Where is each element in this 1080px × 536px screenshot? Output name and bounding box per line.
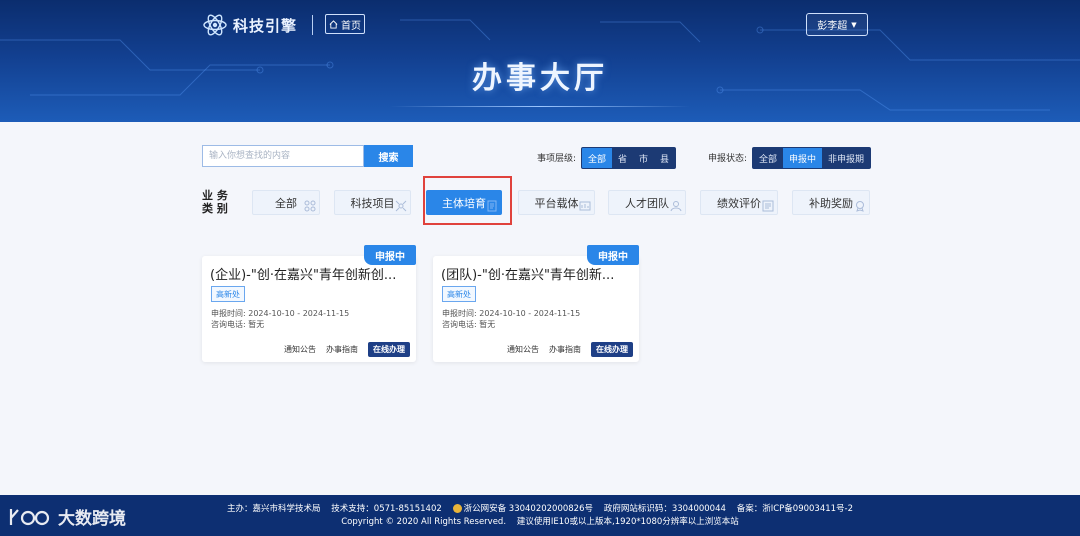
level-option-city[interactable]: 市 bbox=[633, 148, 654, 168]
level-option-county[interactable]: 县 bbox=[654, 148, 675, 168]
category-talent-team[interactable]: 人才团队 bbox=[608, 190, 686, 215]
apply-time: 申报时间: 2024-10-10 - 2024-11-15 bbox=[211, 308, 349, 319]
status-option-all[interactable]: 全部 bbox=[753, 148, 783, 168]
logo-text: 科技引擎 bbox=[233, 16, 298, 35]
card-actions: 通知公告 办事指南 在线办理 bbox=[507, 342, 633, 357]
category-performance-eval[interactable]: 绩效评价 bbox=[700, 190, 778, 215]
consult-phone-label: 咨询电话: bbox=[211, 320, 246, 329]
category-all-label: 全部 bbox=[275, 196, 297, 210]
footer-support: 技术支持：0571-85151402 bbox=[331, 504, 442, 514]
platform-icon bbox=[579, 201, 591, 211]
consult-phone-value: 暂无 bbox=[248, 320, 265, 329]
service-card[interactable]: 申报中 (团队)-"创·在嘉兴"青年创新... 高新处 申报时间: 2024-1… bbox=[433, 245, 639, 362]
watermark: 大数跨境 bbox=[8, 504, 126, 529]
apply-time: 申报时间: 2024-10-10 - 2024-11-15 bbox=[442, 308, 580, 319]
category-performance-eval-label: 绩效评价 bbox=[717, 196, 761, 210]
selection-highlight bbox=[423, 176, 512, 225]
header-banner: 科技引擎 首页 彭李超 ▼ 办事大厅 bbox=[0, 0, 1080, 122]
home-button[interactable]: 首页 bbox=[325, 14, 365, 34]
category-label-line2: 类 别 bbox=[202, 202, 228, 215]
network-icon bbox=[395, 200, 407, 212]
apply-time-label: 申报时间: bbox=[442, 309, 477, 318]
apply-time-label: 申报时间: bbox=[211, 309, 246, 318]
level-filter-label: 事项层级: bbox=[537, 154, 577, 164]
caret-down-icon: ▼ bbox=[851, 20, 857, 29]
status-badge: 申报中 bbox=[587, 245, 639, 265]
badge-icon bbox=[856, 201, 864, 212]
card-actions: 通知公告 办事指南 在线办理 bbox=[284, 342, 410, 357]
department-tag: 高新处 bbox=[211, 286, 245, 302]
service-card[interactable]: 申报中 (企业)-"创·在嘉兴"青年创新创... 高新处 申报时间: 2024-… bbox=[202, 245, 416, 362]
footer-line-1: 主办：嘉兴市科学技术局 技术支持：0571-85151402 浙公网安备 330… bbox=[0, 502, 1080, 514]
user-name: 彭李超 bbox=[817, 21, 848, 32]
card-title[interactable]: (企业)-"创·在嘉兴"青年创新创... bbox=[210, 264, 410, 283]
consult-phone: 咨询电话: 暂无 bbox=[211, 319, 264, 330]
footer-line-2: Copyright © 2020 All Rights Reserved. 建议… bbox=[0, 515, 1080, 527]
category-talent-team-label: 人才团队 bbox=[625, 196, 669, 210]
category-subsidy-award[interactable]: 补助奖励 bbox=[792, 190, 870, 215]
footer-copyright: Copyright © 2020 All Rights Reserved. bbox=[341, 517, 507, 527]
online-apply-button[interactable]: 在线办理 bbox=[368, 342, 410, 357]
status-option-closed[interactable]: 非申报期 bbox=[822, 148, 870, 168]
header-divider bbox=[312, 15, 313, 35]
search-button[interactable]: 搜索 bbox=[364, 145, 413, 167]
status-filter-label: 申报状态: bbox=[708, 154, 748, 164]
footer-icp[interactable]: 备案：浙ICP备09003411号-2 bbox=[737, 504, 853, 514]
notice-link[interactable]: 通知公告 bbox=[507, 344, 539, 355]
police-badge-icon bbox=[452, 504, 462, 513]
category-platform-carrier[interactable]: 平台载体 bbox=[518, 190, 595, 215]
apply-time-value: 2024-10-10 - 2024-11-15 bbox=[248, 309, 350, 318]
card-title[interactable]: (团队)-"创·在嘉兴"青年创新... bbox=[441, 264, 633, 283]
category-label: 业 务 类 别 bbox=[202, 189, 228, 215]
category-platform-carrier-label: 平台载体 bbox=[534, 196, 579, 210]
level-filter: 全部 省 市 县 bbox=[581, 147, 677, 169]
watermark-text: 大数跨境 bbox=[58, 509, 126, 529]
category-all[interactable]: 全部 bbox=[252, 190, 320, 215]
guide-link[interactable]: 办事指南 bbox=[549, 344, 581, 355]
category-tech-projects[interactable]: 科技项目 bbox=[334, 190, 411, 215]
person-icon bbox=[670, 201, 682, 212]
consult-phone-value: 暂无 bbox=[479, 320, 496, 329]
watermark-logo-icon bbox=[9, 508, 50, 525]
footer-police[interactable]: 浙公网安备 33040202000826号 bbox=[464, 504, 593, 514]
department-tag: 高新处 bbox=[442, 286, 476, 302]
status-filter: 全部 申报中 非申报期 bbox=[752, 147, 872, 169]
notice-link[interactable]: 通知公告 bbox=[284, 344, 316, 355]
logo[interactable]: 科技引擎 bbox=[203, 12, 297, 38]
status-badge: 申报中 bbox=[364, 245, 416, 265]
footer: 主办：嘉兴市科学技术局 技术支持：0571-85151402 浙公网安备 330… bbox=[0, 495, 1080, 536]
footer-browser-tip: 建议使用IE10或以上版本,1920*1080分辨率以上浏览本站 bbox=[516, 517, 739, 527]
list-icon bbox=[762, 200, 774, 212]
category-label-line1: 业 务 bbox=[202, 189, 228, 202]
level-option-all[interactable]: 全部 bbox=[582, 148, 613, 168]
consult-phone: 咨询电话: 暂无 bbox=[442, 319, 495, 330]
footer-site-id: 政府网站标识码：3304000044 bbox=[603, 504, 726, 514]
page-title: 办事大厅 bbox=[472, 61, 608, 96]
grid-icon bbox=[304, 200, 316, 212]
home-label: 首页 bbox=[341, 20, 361, 32]
level-option-province[interactable]: 省 bbox=[612, 148, 633, 168]
home-icon bbox=[329, 19, 338, 29]
search-input[interactable]: 输入你想查找的内容 bbox=[202, 145, 364, 167]
atom-logo-icon bbox=[203, 14, 227, 36]
consult-phone-label: 咨询电话: bbox=[442, 320, 477, 329]
title-underline bbox=[390, 106, 690, 107]
category-subsidy-award-label: 补助奖励 bbox=[809, 196, 853, 210]
online-apply-button[interactable]: 在线办理 bbox=[591, 342, 633, 357]
apply-time-value: 2024-10-10 - 2024-11-15 bbox=[479, 309, 581, 318]
user-menu-button[interactable]: 彭李超 ▼ bbox=[806, 13, 868, 36]
status-option-applying[interactable]: 申报中 bbox=[783, 148, 823, 168]
guide-link[interactable]: 办事指南 bbox=[326, 344, 358, 355]
category-tech-projects-label: 科技项目 bbox=[350, 196, 395, 210]
footer-sponsor: 主办：嘉兴市科学技术局 bbox=[226, 504, 321, 514]
